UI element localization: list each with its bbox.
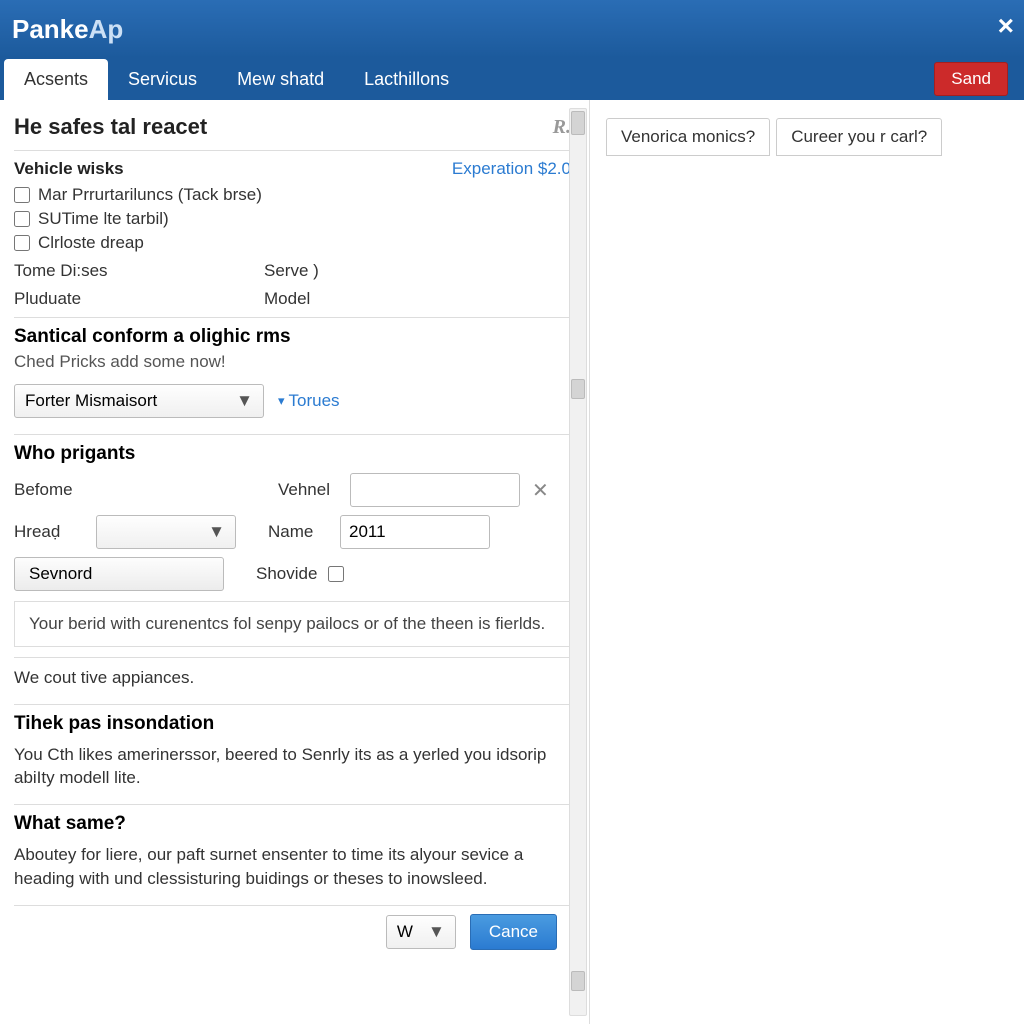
divider xyxy=(14,150,571,151)
caret-icon: ▼ xyxy=(428,922,445,942)
row-hread-name: Hreaḍ ▼ Name xyxy=(14,515,571,549)
main-area: He safes tal reacet R. Vehicle wisks Exp… xyxy=(0,100,1024,1024)
check-sutime[interactable]: SUTime lte tarbil) xyxy=(14,209,571,229)
check-mar[interactable]: Mar Prrurtariluncs (Tack brse) xyxy=(14,185,571,205)
what-head: What same? xyxy=(14,813,571,835)
bottom-bar: W ▼ Cance xyxy=(14,905,571,950)
hread-label: Hreaḍ xyxy=(14,522,84,542)
left-pane: He safes tal reacet R. Vehicle wisks Exp… xyxy=(0,100,590,1024)
right-tabs: Venorica monics? Cureer you r carl? xyxy=(606,118,1008,156)
tihek-head: Tihek pas insondation xyxy=(14,713,571,735)
befome-label: Befome xyxy=(14,480,84,500)
vehnel-label: Vehnel xyxy=(278,480,338,500)
santical-head: Santical conform a olighic rms xyxy=(14,326,571,348)
forter-dropdown-value: Forter Mismaisort xyxy=(25,391,157,411)
note-text: Your berid with curenentcs fol senpy pai… xyxy=(29,614,545,633)
check-mar-label: Mar Prrurtariluncs (Tack brse) xyxy=(38,185,262,205)
tab-mewshatd[interactable]: Mew shatd xyxy=(217,59,344,100)
tab-bar: Acsents Servicus Mew shatd Lacthillons S… xyxy=(0,58,1024,100)
divider xyxy=(14,434,571,435)
check-sutime-box[interactable] xyxy=(14,211,30,227)
sand-button[interactable]: Sand xyxy=(934,62,1008,96)
scroll-thumb-top[interactable] xyxy=(571,111,585,135)
row-plu-model: Pluduate Model xyxy=(14,289,571,309)
scroll-thumb-mid[interactable] xyxy=(571,379,585,399)
divider xyxy=(14,804,571,805)
vehnel-input[interactable] xyxy=(350,473,520,507)
vehicle-wisks-label: Vehicle wisks xyxy=(14,159,124,179)
tab-lacthillons[interactable]: Lacthillons xyxy=(344,59,469,100)
tome-disses: Tome Di:ses xyxy=(14,261,224,281)
logo-part2: Ap xyxy=(89,14,124,44)
tab-acsents[interactable]: Acsents xyxy=(4,59,108,100)
santical-select-row: Forter Mismaisort ▼ ▾ Torues xyxy=(14,384,571,418)
check-mar-box[interactable] xyxy=(14,187,30,203)
appliances-text: We cout tive appiances. xyxy=(14,666,571,690)
chevron-down-icon: ▾ xyxy=(278,393,285,409)
row-befome-vehnel: Befome Vehnel ✕ xyxy=(14,473,571,507)
rtab-cureer[interactable]: Cureer you r carl? xyxy=(776,118,942,156)
clear-vehnel-icon[interactable]: ✕ xyxy=(532,478,549,503)
forter-dropdown[interactable]: Forter Mismaisort ▼ xyxy=(14,384,264,418)
scroll-content: He safes tal reacet R. Vehicle wisks Exp… xyxy=(0,100,589,1024)
name-input[interactable] xyxy=(340,515,490,549)
serve: Serve ) xyxy=(264,261,319,281)
logo-part1: Panke xyxy=(12,14,89,44)
row-sevnord-shovide: Sevnord Shovide xyxy=(14,557,571,591)
divider xyxy=(14,317,571,318)
who-head: Who prigants xyxy=(14,443,571,465)
name-label: Name xyxy=(268,522,328,542)
vehicle-wisks-row: Vehicle wisks Experation $2.0 xyxy=(14,159,571,179)
row-tome-serve: Tome Di:ses Serve ) xyxy=(14,261,571,281)
divider xyxy=(14,657,571,658)
close-icon[interactable]: × xyxy=(998,10,1014,42)
model: Model xyxy=(264,289,310,309)
caret-icon: ▼ xyxy=(236,391,253,411)
w-dropdown[interactable]: W ▼ xyxy=(386,915,456,949)
santical-sub: Ched Pricks add some now! xyxy=(14,352,571,372)
hread-dropdown[interactable]: ▼ xyxy=(96,515,236,549)
w-dropdown-value: W xyxy=(397,922,413,942)
cance-button[interactable]: Cance xyxy=(470,914,557,950)
rtab-venorica[interactable]: Venorica monics? xyxy=(606,118,770,156)
note-box: Your berid with curenentcs fol senpy pai… xyxy=(14,601,571,647)
check-clrloste-label: Clrloste dreap xyxy=(38,233,144,253)
app-header: PankeAp × xyxy=(0,0,1024,58)
torues-link[interactable]: ▾ Torues xyxy=(278,391,340,411)
check-clrloste[interactable]: Clrloste dreap xyxy=(14,233,571,253)
title-text: He safes tal reacet xyxy=(14,114,207,140)
check-clrloste-box[interactable] xyxy=(14,235,30,251)
scrollbar[interactable] xyxy=(569,108,587,1016)
scroll-thumb-bottom[interactable] xyxy=(571,971,585,991)
divider xyxy=(14,704,571,705)
experation-link[interactable]: Experation $2.0 xyxy=(452,159,571,179)
caret-icon: ▼ xyxy=(208,522,225,542)
what-body: Aboutey for liere, our paft surnet ensen… xyxy=(14,843,571,891)
torues-label: Torues xyxy=(289,391,340,411)
right-pane: Venorica monics? Cureer you r carl? xyxy=(590,100,1024,1024)
app-logo: PankeAp xyxy=(12,14,123,45)
page-title: He safes tal reacet R. xyxy=(14,114,571,140)
check-sutime-label: SUTime lte tarbil) xyxy=(38,209,169,229)
tihek-body: You Cth likes amerinerssor, beered to Se… xyxy=(14,743,571,791)
shovide-checkbox[interactable] xyxy=(328,566,344,582)
shovide-label: Shovide xyxy=(256,564,316,584)
tab-servicus[interactable]: Servicus xyxy=(108,59,217,100)
sevnord-button[interactable]: Sevnord xyxy=(14,557,224,591)
pluduate: Pluduate xyxy=(14,289,224,309)
